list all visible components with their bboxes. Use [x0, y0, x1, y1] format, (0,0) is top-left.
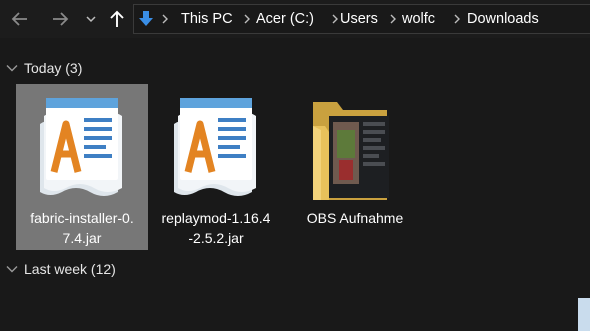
file-name: replaymod-1.16.4 -2.5.2.jar	[150, 208, 282, 248]
chevron-right-icon	[454, 14, 460, 24]
breadcrumb-separator[interactable]	[332, 5, 339, 33]
folder-icon	[313, 102, 389, 200]
file-name-line-2: 7.4.jar	[62, 230, 102, 246]
breadcrumb-downloads[interactable]: Downloads	[467, 5, 539, 33]
breadcrumb-separator[interactable]	[390, 5, 397, 33]
file-item-replaymod[interactable]: replaymod-1.16.4 -2.5.2.jar	[150, 84, 282, 250]
folder-item-obs-aufnahme[interactable]: OBS Aufnahme	[289, 84, 421, 250]
forward-arrow-icon	[53, 12, 69, 26]
breadcrumb-user-folder[interactable]: wolfc	[402, 5, 435, 33]
address-bar[interactable]: This PC Acer (C:) Users wolfc Downloads	[133, 4, 590, 34]
up-button[interactable]	[104, 6, 130, 32]
file-name: fabric-installer-0. 7.4.jar	[16, 208, 148, 248]
download-arrow-icon	[138, 10, 154, 33]
group-label: Last week (12)	[24, 261, 116, 277]
back-button[interactable]	[6, 6, 34, 32]
breadcrumb-separator[interactable]	[454, 5, 461, 33]
breadcrumb-separator[interactable]	[244, 5, 251, 33]
chevron-right-icon	[244, 14, 250, 24]
up-arrow-icon	[110, 10, 124, 27]
chevron-right-icon	[162, 14, 168, 24]
chevron-down-icon	[6, 266, 18, 273]
group-header-last-week[interactable]: Last week (12)	[0, 258, 116, 280]
back-arrow-icon	[11, 12, 27, 26]
partial-file-icon[interactable]	[578, 298, 590, 331]
file-name-line-2: -2.5.2.jar	[188, 230, 244, 246]
breadcrumb-separator[interactable]	[162, 5, 169, 33]
breadcrumb-users[interactable]: Users	[340, 5, 378, 33]
navigation-toolbar: This PC Acer (C:) Users wolfc Downloads	[0, 0, 590, 38]
folder-name: OBS Aufnahme	[306, 210, 404, 226]
breadcrumb-this-pc[interactable]: This PC	[181, 5, 233, 33]
chevron-down-icon	[6, 65, 18, 72]
wordpad-document-icon	[40, 98, 122, 196]
breadcrumb-drive[interactable]: Acer (C:)	[256, 5, 314, 33]
group-header-today[interactable]: Today (3)	[0, 57, 82, 79]
file-item-fabric-installer[interactable]: fabric-installer-0. 7.4.jar	[16, 84, 148, 250]
forward-button[interactable]	[46, 6, 74, 32]
chevron-down-icon	[86, 16, 96, 23]
recent-locations-button[interactable]	[82, 6, 100, 32]
file-name-line-1: replaymod-1.16.4	[161, 210, 271, 226]
wordpad-document-icon	[174, 98, 256, 196]
chevron-right-icon	[332, 14, 338, 24]
file-name-line-1: fabric-installer-0.	[30, 210, 134, 226]
chevron-right-icon	[390, 14, 396, 24]
group-label: Today (3)	[24, 60, 83, 76]
